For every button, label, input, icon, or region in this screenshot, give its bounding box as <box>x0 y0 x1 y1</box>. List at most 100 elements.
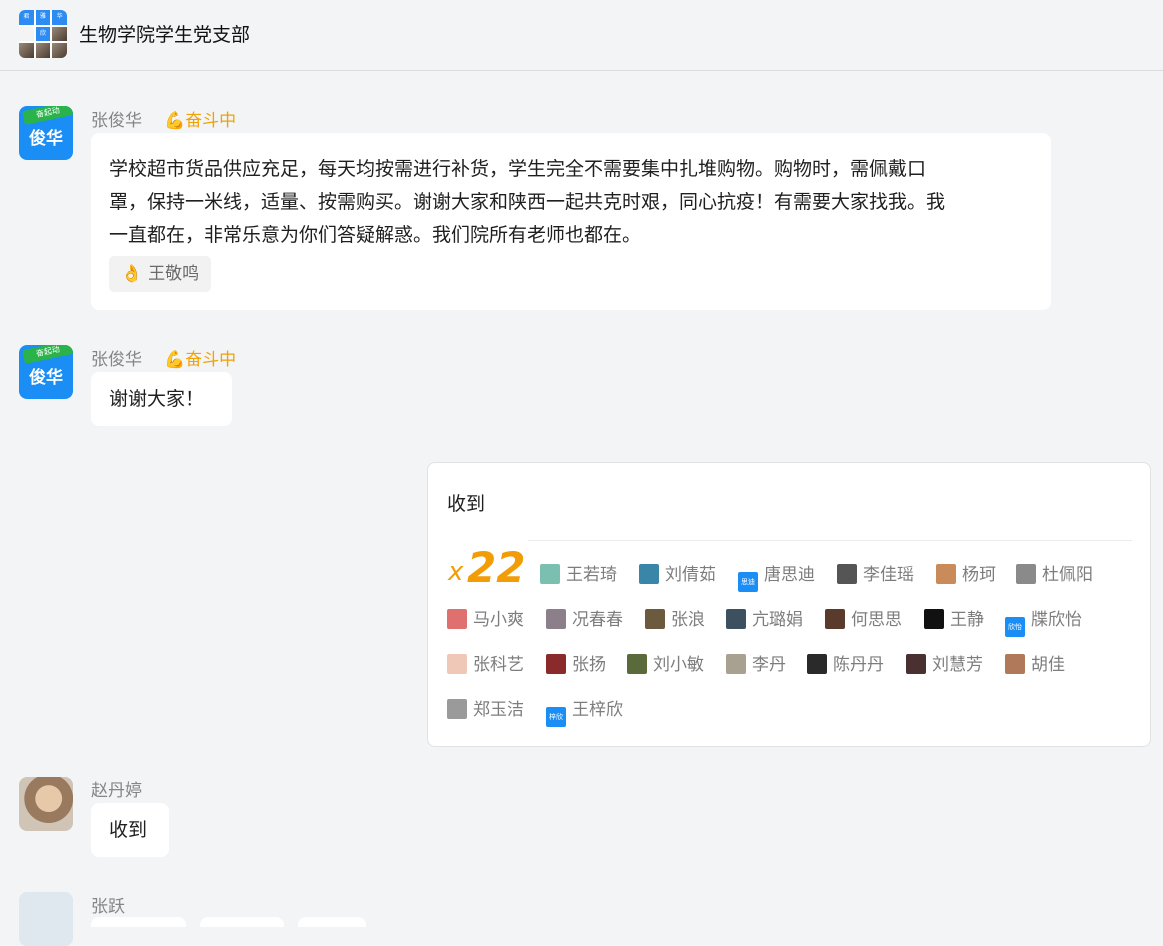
ack-person[interactable]: 王若琦 <box>540 563 617 587</box>
ack-person-name: 况春春 <box>572 610 623 630</box>
ack-person-name: 张科艺 <box>473 655 524 675</box>
user-avatar-icon <box>540 564 560 584</box>
message-bubble[interactable]: 学校超市货品供应充足，每天均按需进行补货，学生完全不需要集中扎堆购物。购物时，需… <box>91 133 1051 310</box>
group-avatar-cell <box>19 43 34 58</box>
reaction-chip[interactable]: 👌 王敬鸣 <box>109 256 212 292</box>
ack-person[interactable]: 张浪 <box>645 608 705 632</box>
ack-person-name: 胡佳 <box>1031 655 1065 675</box>
sender-name[interactable]: 赵丹婷 <box>91 776 142 801</box>
ack-person-name: 刘倩茹 <box>665 565 716 585</box>
group-avatar-cell <box>19 26 34 42</box>
user-avatar-icon <box>825 609 845 629</box>
ack-person-name: 张浪 <box>671 610 705 630</box>
sender-name[interactable]: 张俊华 <box>91 111 142 131</box>
ack-person-name: 陈丹丹 <box>833 655 884 675</box>
ack-person[interactable]: 李丹 <box>726 653 786 677</box>
group-avatar[interactable]: 君 雅 华 欣 <box>19 10 67 58</box>
sender-status: 💪奋斗中 <box>164 350 237 370</box>
ack-person-name: 马小爽 <box>473 610 524 630</box>
ack-person[interactable]: 欣怡 牒欣怡 <box>1005 608 1082 637</box>
user-avatar-icon <box>726 654 746 674</box>
message-text: 收到 <box>109 819 148 841</box>
ack-person-name: 杜佩阳 <box>1042 565 1093 585</box>
ack-person[interactable]: 刘小敏 <box>627 653 704 677</box>
group-avatar-cell <box>52 43 67 58</box>
ack-person-name: 刘小敏 <box>653 655 704 675</box>
user-avatar-icon <box>447 654 467 674</box>
ack-person[interactable]: 刘慧芳 <box>906 653 983 677</box>
ack-person[interactable]: 张扬 <box>546 653 606 677</box>
ack-person-name: 刘慧芳 <box>932 655 983 675</box>
avatar-tag: 奋起动 <box>22 106 73 126</box>
ack-person-name: 何思思 <box>851 610 902 630</box>
ack-person[interactable]: 李佳瑶 <box>837 563 914 587</box>
group-title[interactable]: 生物学院学生党支部 <box>79 20 250 47</box>
message-bubble[interactable]: 谢谢大家！ <box>91 372 232 426</box>
user-avatar-icon: 欣怡 <box>1005 617 1025 637</box>
sender-status: 💪奋斗中 <box>164 111 237 131</box>
avatar-text: 俊华 <box>29 129 63 149</box>
ack-person-name: 王梓欣 <box>572 700 623 720</box>
ack-person[interactable]: 马小爽 <box>447 608 524 632</box>
group-avatar-cell: 华 <box>52 10 67 25</box>
ack-person[interactable]: 张科艺 <box>447 653 524 677</box>
ack-person-name: 唐思迪 <box>764 565 815 585</box>
user-avatar-icon <box>447 699 467 719</box>
ack-person[interactable]: 郑玉洁 <box>447 698 524 722</box>
message-bubble[interactable] <box>91 917 186 927</box>
user-avatar-icon <box>546 654 566 674</box>
ack-person-name: 郑玉洁 <box>473 700 524 720</box>
group-avatar-cell: 欣 <box>35 26 51 42</box>
ack-person[interactable]: 梓欣 王梓欣 <box>546 698 623 727</box>
ack-person-name: 王静 <box>950 610 984 630</box>
sender-avatar[interactable] <box>19 777 73 831</box>
avatar-text: 欣怡 <box>1008 623 1022 631</box>
message-line: 罩，保持一米线，适量、按需购买。谢谢大家和陕西一起共克时艰，同心抗疫！有需要大家… <box>109 191 946 213</box>
sender-avatar[interactable]: 奋起动 俊华 <box>19 106 73 160</box>
user-avatar-icon <box>645 609 665 629</box>
chat-header: 君 雅 华 欣 生物学院学生党支部 <box>0 0 1163 71</box>
sender-name[interactable]: 张跃 <box>91 892 125 917</box>
ack-person[interactable]: 思迪 唐思迪 <box>738 563 815 592</box>
avatar-tag: 奋起动 <box>22 345 73 365</box>
user-avatar-icon <box>837 564 857 584</box>
ack-person-name: 李丹 <box>752 655 786 675</box>
ack-person[interactable]: 杨珂 <box>936 563 996 587</box>
sender-line: 张俊华 💪奋斗中 <box>91 345 236 370</box>
ack-person-name: 牒欣怡 <box>1031 610 1082 630</box>
message-line: 一直都在，非常乐意为你们答疑解惑。我们院所有老师也都在。 <box>109 224 642 246</box>
ack-person[interactable]: 胡佳 <box>1005 653 1065 677</box>
ack-person-name: 王若琦 <box>566 565 617 585</box>
ack-person[interactable]: 亢璐娟 <box>726 608 803 632</box>
message-bubble[interactable]: 收到 <box>91 803 169 857</box>
reaction-user: 王敬鸣 <box>148 264 200 284</box>
user-avatar-icon <box>726 609 746 629</box>
ack-person-name: 杨珂 <box>962 565 996 585</box>
message-bubble[interactable] <box>298 917 366 927</box>
ack-card[interactable]: 收到 x 22 王若琦 刘倩茹 思迪 唐思迪 李佳瑶 杨珂 杜佩阳 马小爽 况春春 张浪 亢璐娟 何思… <box>427 462 1151 747</box>
user-avatar-icon <box>936 564 956 584</box>
user-avatar-icon: 梓欣 <box>546 707 566 727</box>
sender-line: 张俊华 💪奋斗中 <box>91 106 236 131</box>
user-avatar-icon: 思迪 <box>738 572 758 592</box>
ack-person[interactable]: 刘倩茹 <box>639 563 716 587</box>
avatar-text: 梓欣 <box>549 713 563 721</box>
user-avatar-icon <box>546 609 566 629</box>
avatar-text: 俊华 <box>29 368 63 388</box>
message-bubble[interactable] <box>200 917 284 927</box>
user-avatar-icon <box>1005 654 1025 674</box>
sender-avatar[interactable] <box>19 892 73 946</box>
sender-avatar[interactable]: 奋起动 俊华 <box>19 345 73 399</box>
user-avatar-icon <box>447 609 467 629</box>
message-line: 学校超市货品供应充足，每天均按需进行补货，学生完全不需要集中扎堆购物。购物时，需… <box>109 158 927 180</box>
user-avatar-icon <box>807 654 827 674</box>
avatar-text: 思迪 <box>741 578 755 586</box>
user-avatar-icon <box>627 654 647 674</box>
ack-person[interactable]: 杜佩阳 <box>1016 563 1093 587</box>
ack-person[interactable]: 王静 <box>924 608 984 632</box>
ack-person[interactable]: 陈丹丹 <box>807 653 884 677</box>
ack-person[interactable]: 况春春 <box>546 608 623 632</box>
sender-name[interactable]: 张俊华 <box>91 350 142 370</box>
ack-person-name: 张扬 <box>572 655 606 675</box>
ack-person[interactable]: 何思思 <box>825 608 902 632</box>
